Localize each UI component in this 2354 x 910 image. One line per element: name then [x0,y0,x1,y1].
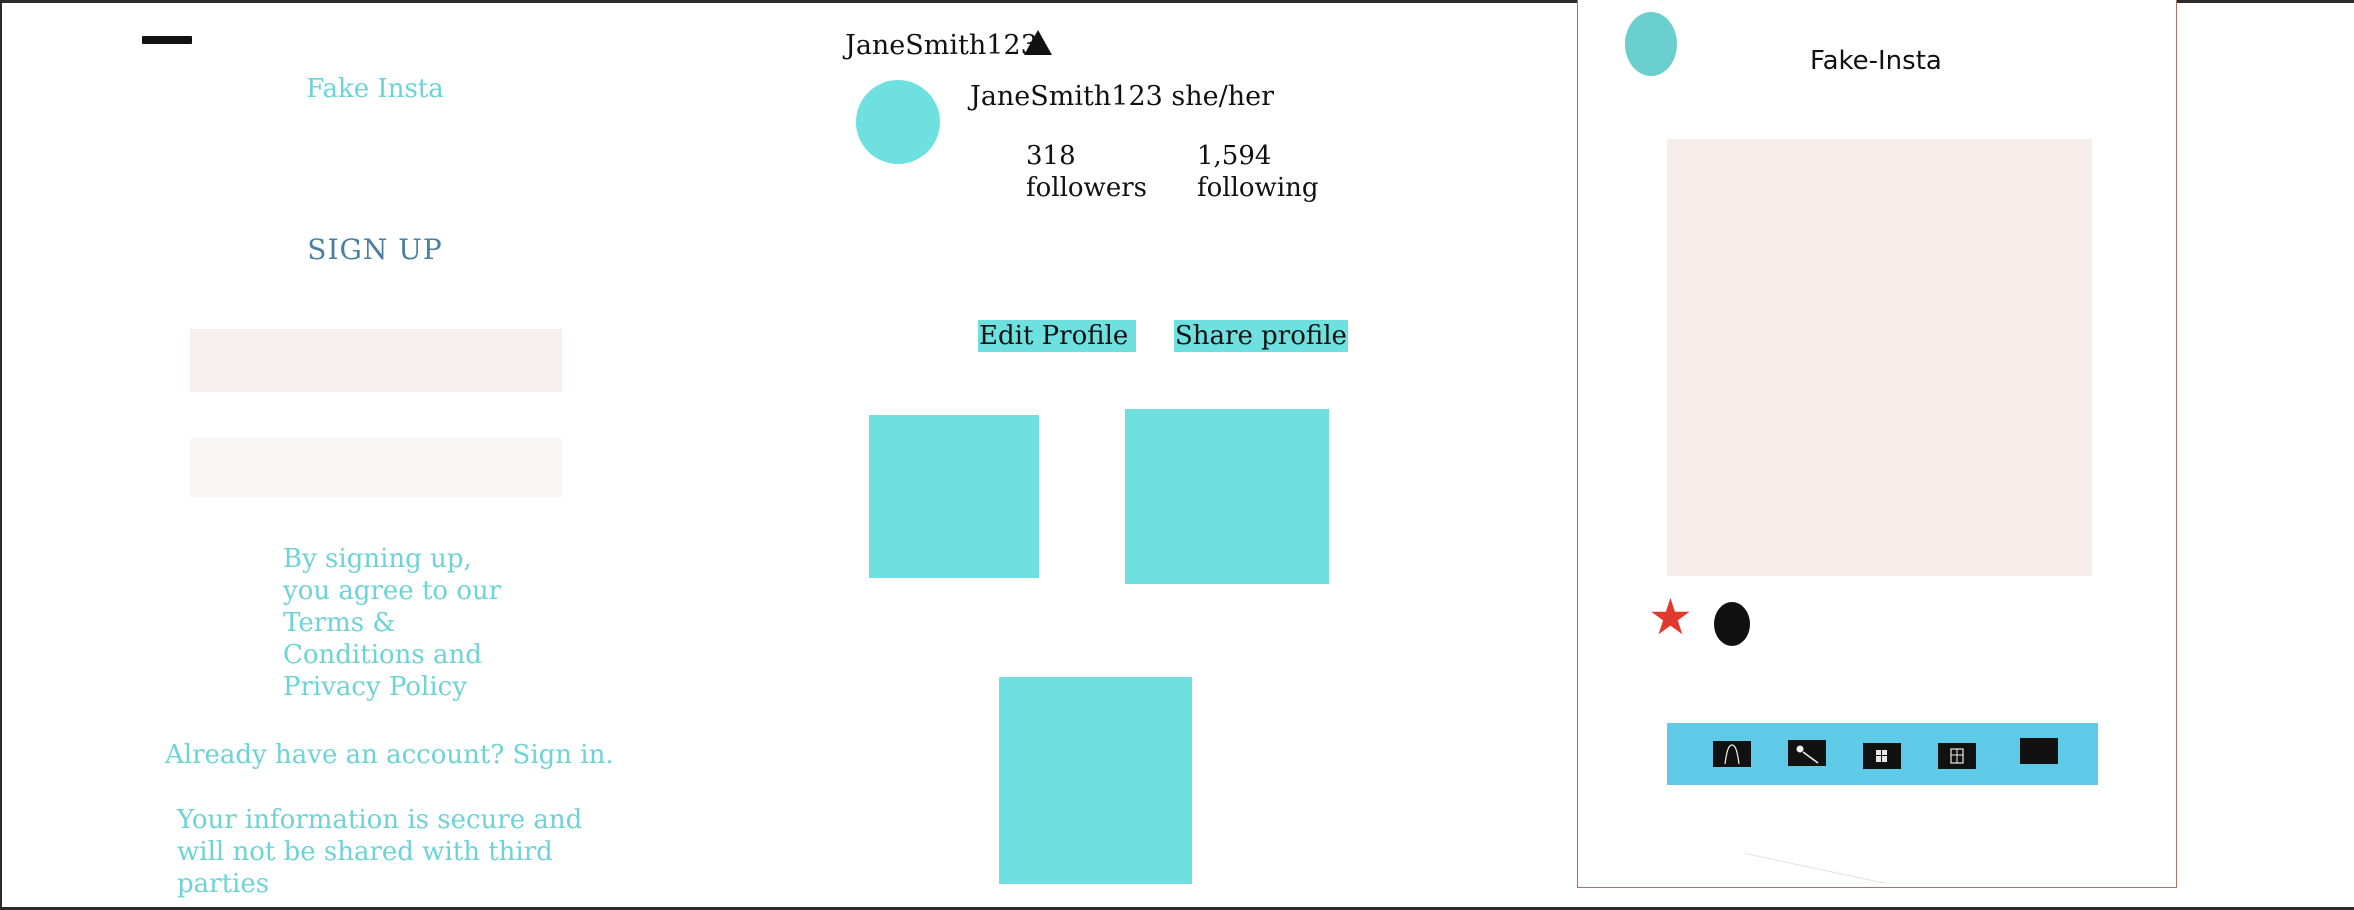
profile-display-name: JaneSmith123 she/her [970,81,1274,112]
feed-title: Fake-Insta [1810,46,1942,76]
signup-input-1[interactable] [190,329,562,392]
security-note: Your information is secure and will not … [177,805,583,899]
signup-title: SIGN UP [307,233,443,266]
star-icon[interactable]: ★ [1648,592,1693,642]
profile-icon[interactable] [2020,738,2058,764]
share-profile-button[interactable]: Share profile [1174,320,1348,352]
following-stat[interactable]: 1,594 following [1197,140,1319,204]
post-thumbnail[interactable] [999,677,1192,884]
reels-icon[interactable] [1938,743,1976,769]
following-label: following [1197,173,1319,203]
followers-stat[interactable]: 318 followers [1026,140,1147,204]
post-thumbnail[interactable] [1125,409,1329,584]
caret-up-icon[interactable] [1024,30,1052,55]
feed-avatar[interactable] [1625,12,1677,76]
post-thumbnail[interactable] [869,415,1039,578]
signin-link[interactable]: Already have an account? Sign in. [165,740,614,770]
grid-icon[interactable] [1863,743,1901,769]
signup-input-2[interactable] [190,438,562,497]
menu-icon[interactable] [142,36,192,44]
followers-count: 318 [1026,141,1076,171]
profile-avatar[interactable] [856,80,940,164]
terms-text[interactable]: By signing up, you agree to our Terms & … [283,543,523,703]
home-icon[interactable] [1713,741,1751,767]
app-brand: Fake Insta [306,74,444,104]
feed-post-image[interactable] [1667,139,2092,576]
followers-label: followers [1026,173,1147,203]
profile-username: JaneSmith123 [845,30,1038,61]
edit-profile-button[interactable]: Edit Profile [978,320,1137,352]
following-count: 1,594 [1197,141,1272,171]
window-left-border [0,0,2,910]
comment-icon[interactable] [1714,602,1750,646]
search-icon[interactable] [1788,740,1826,766]
